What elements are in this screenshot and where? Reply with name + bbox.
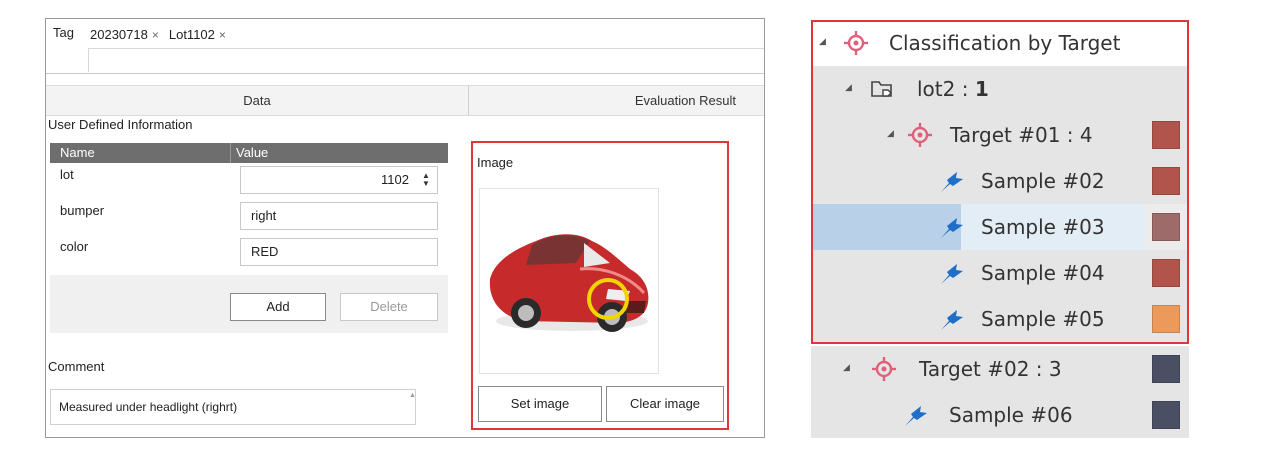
tree-item-label: Sample #05	[981, 307, 1105, 331]
tag-remove-icon[interactable]: ×	[152, 28, 159, 42]
tree-item-label: Target #02 : 3	[919, 357, 1062, 381]
tree-item-folder[interactable]: ◢ lot2 : 1	[811, 66, 1189, 112]
expand-triangle-icon[interactable]: ◢	[819, 37, 826, 47]
tree-item-label: Classification by Target	[889, 31, 1121, 55]
header-separator	[230, 143, 231, 163]
data-panel: Tag 20230718 × Lot1102 × Data Evaluation…	[45, 18, 765, 438]
image-section: Image Set image Clear image	[471, 141, 729, 430]
row-name: color	[60, 239, 89, 254]
tree-item-label: Sample #02	[981, 169, 1105, 193]
expand-triangle-icon[interactable]: ◢	[887, 129, 894, 139]
tree-item-sample-selected[interactable]: Sample #03	[811, 204, 1189, 250]
folder-label: lot2 :	[917, 77, 975, 101]
color-swatch	[1152, 355, 1180, 383]
sample-pin-icon	[941, 218, 963, 238]
column-headers: Data Evaluation Result	[46, 85, 764, 116]
column-header-evaluation[interactable]: Evaluation Result	[635, 86, 736, 115]
sample-pin-icon	[941, 310, 963, 330]
tag-area: Tag 20230718 × Lot1102 ×	[46, 19, 764, 74]
tree-item-sample[interactable]: Sample #05	[811, 296, 1189, 342]
color-swatch	[1152, 213, 1180, 241]
tag-input[interactable]	[88, 48, 764, 72]
target-icon	[844, 31, 868, 55]
table-row: color RED	[50, 235, 448, 271]
tree-item-root[interactable]: ◢ Classification by Target	[811, 20, 1189, 66]
color-swatch	[1152, 401, 1180, 429]
tree-item-target[interactable]: ◢ Target #01 : 4	[811, 112, 1189, 158]
target-icon	[908, 123, 932, 147]
lot-value: 1102	[381, 172, 409, 187]
tree-item-sample[interactable]: Sample #06	[811, 392, 1189, 438]
add-button[interactable]: Add	[230, 293, 326, 321]
sample-pin-icon	[941, 172, 963, 192]
classification-tree: ◢ Classification by Target ◢ lot2 : 1 ◢	[811, 20, 1189, 440]
tree-item-label: Target #01 : 4	[950, 123, 1093, 147]
image-label: Image	[477, 155, 514, 170]
column-header-data[interactable]: Data	[46, 86, 469, 115]
scroll-up-icon[interactable]: ▲	[409, 392, 416, 399]
comment-text: Measured under headlight (righrt)	[59, 400, 238, 414]
expand-triangle-icon[interactable]: ◢	[843, 363, 850, 373]
header-name: Name	[60, 145, 95, 160]
comment-textarea[interactable]: Measured under headlight (righrt) ▲	[50, 389, 416, 425]
tag-label: Tag	[53, 25, 74, 40]
tree-item-label: Sample #03	[981, 215, 1105, 239]
table-actions: Add Delete	[50, 275, 448, 333]
row-name: lot	[60, 167, 74, 182]
table-row: bumper right	[50, 199, 448, 235]
table-row: lot 1102 ▲ ▼	[50, 163, 448, 199]
color-swatch	[1152, 305, 1180, 333]
tag-remove-icon[interactable]: ×	[219, 28, 226, 42]
set-image-button[interactable]: Set image	[478, 386, 602, 422]
tag-list: 20230718 × Lot1102 ×	[90, 27, 226, 42]
color-swatch	[1152, 121, 1180, 149]
tag-chip: 20230718 ×	[90, 27, 159, 42]
clear-image-button[interactable]: Clear image	[606, 386, 724, 422]
color-swatch	[1152, 259, 1180, 287]
folder-tag-icon	[871, 81, 892, 97]
tree-item-target[interactable]: ◢ Target #02 : 3	[811, 346, 1189, 392]
tree-item-sample[interactable]: Sample #04	[811, 250, 1189, 296]
row-name: bumper	[60, 203, 105, 218]
tree-item-sample[interactable]: Sample #02	[811, 158, 1189, 204]
tree-item-label: lot2 : 1	[917, 77, 989, 101]
sample-pin-icon	[941, 264, 963, 284]
user-info-table: Name Value lot 1102 ▲ ▼ bumper right colo…	[50, 143, 448, 333]
target-icon	[872, 357, 896, 381]
tree-item-label: Sample #04	[981, 261, 1105, 285]
color-field[interactable]: RED	[240, 238, 438, 266]
color-swatch	[1152, 167, 1180, 195]
car-illustration	[489, 234, 649, 332]
bumper-field[interactable]: right	[240, 202, 438, 230]
spinner-arrows-icon[interactable]: ▲ ▼	[421, 172, 431, 188]
user-info-title: User Defined Information	[48, 117, 193, 132]
comment-label: Comment	[48, 359, 105, 374]
user-info-table-header: Name Value	[50, 143, 448, 163]
tree-item-label: Sample #06	[949, 403, 1073, 427]
header-value: Value	[236, 145, 269, 160]
sample-pin-icon	[905, 406, 927, 426]
tag-chip: Lot1102 ×	[169, 27, 226, 42]
lot-stepper[interactable]: 1102 ▲ ▼	[240, 166, 438, 194]
tag-text: 20230718	[90, 27, 148, 42]
delete-button[interactable]: Delete	[340, 293, 438, 321]
car-image	[479, 188, 659, 374]
tag-text: Lot1102	[168, 27, 215, 42]
expand-triangle-icon[interactable]: ◢	[845, 83, 852, 93]
folder-count: 1	[974, 77, 989, 101]
